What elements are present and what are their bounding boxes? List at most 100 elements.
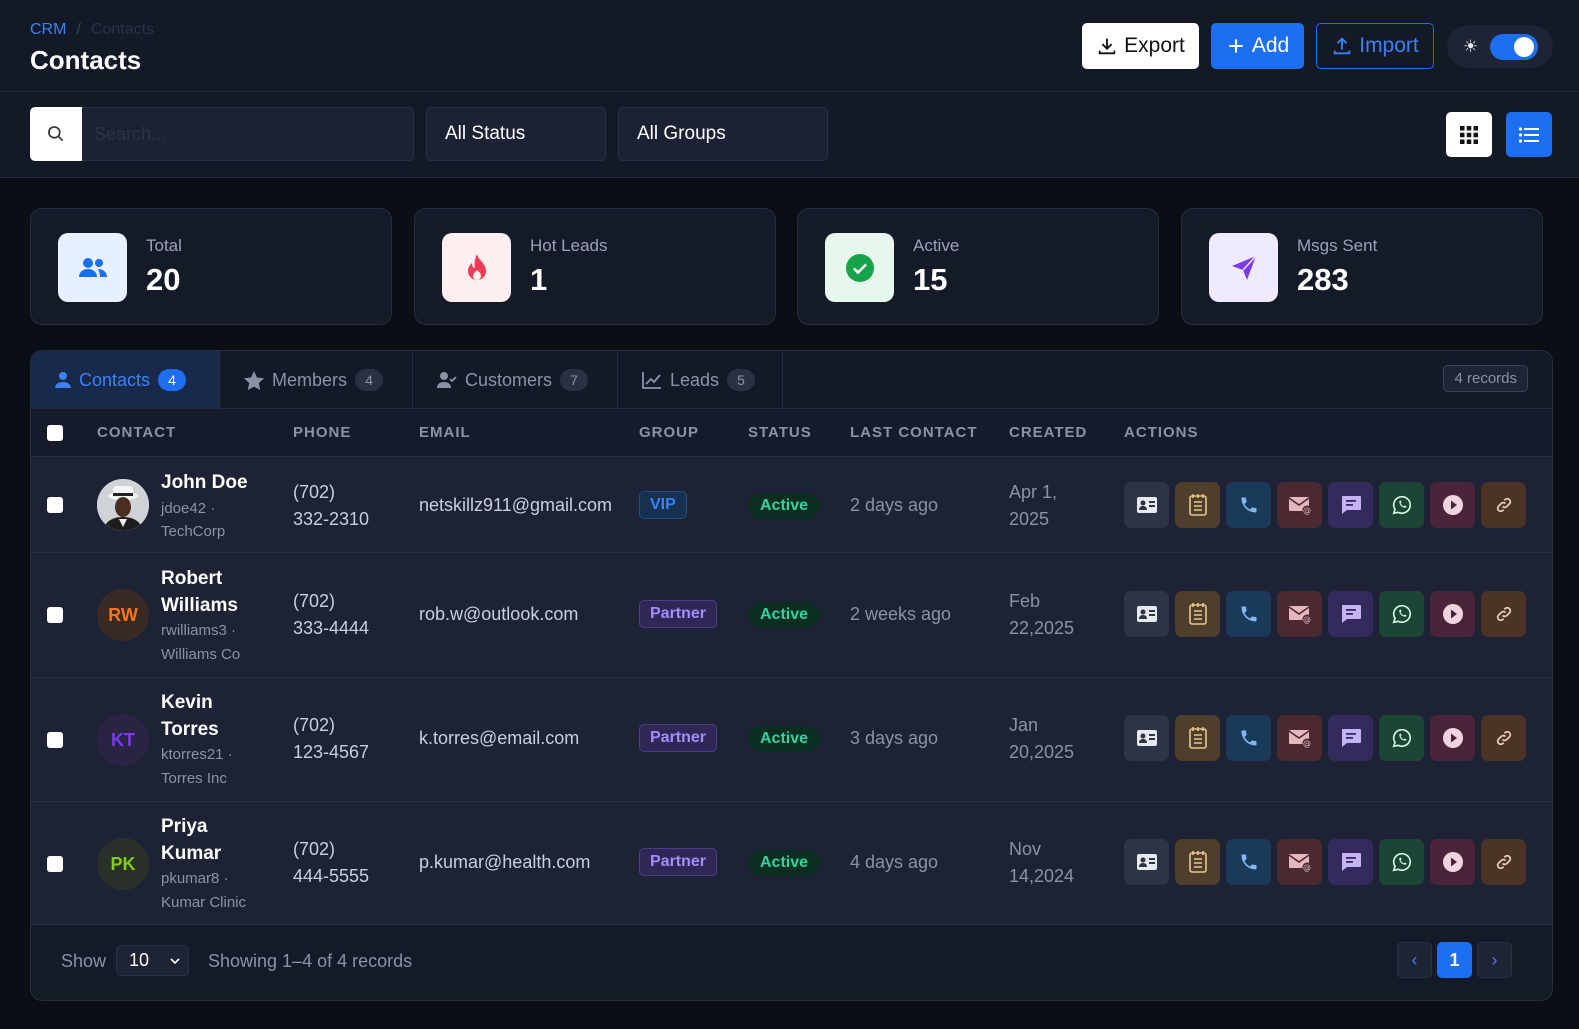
select-all-checkbox[interactable] (47, 425, 63, 441)
filter-bar: All Status All Groups (0, 92, 1579, 178)
last-contact: 3 days ago (850, 728, 939, 748)
stat-value: 15 (913, 262, 948, 297)
message-icon[interactable] (1328, 591, 1373, 637)
contact-username: pkumar8 · (161, 870, 229, 887)
user-check-icon (437, 372, 457, 388)
created-date: Jan (1009, 715, 1039, 735)
play-icon[interactable] (1430, 482, 1475, 528)
svg-text:@: @ (1303, 506, 1311, 515)
page-size-select[interactable]: 10 (116, 945, 189, 976)
row-checkbox[interactable] (47, 856, 63, 872)
column-header[interactable]: GROUP (639, 424, 699, 441)
link-icon[interactable] (1481, 482, 1526, 528)
tab-members[interactable]: Members 4 (220, 351, 413, 409)
contact-name-last[interactable]: Kumar (161, 840, 221, 867)
stat-card-hot-leads: Hot Leads 1 (414, 208, 776, 325)
link-icon[interactable] (1481, 591, 1526, 637)
page-1-button[interactable]: 1 (1437, 942, 1472, 978)
upload-icon (1333, 37, 1351, 55)
email-icon[interactable]: @ (1277, 482, 1322, 528)
search-icon[interactable] (30, 107, 82, 161)
email-icon[interactable]: @ (1277, 591, 1322, 637)
column-header[interactable]: CREATED (1009, 424, 1087, 441)
tab-customers[interactable]: Customers 7 (413, 351, 618, 409)
table-row[interactable]: John Doe jdoe42 · TechCorp (702) 332-231… (31, 457, 1552, 553)
notes-icon[interactable] (1175, 715, 1220, 761)
list-view-button[interactable] (1506, 112, 1552, 157)
contact-name-first[interactable]: Priya (161, 813, 207, 840)
users-icon (58, 233, 127, 302)
row-checkbox[interactable] (47, 607, 63, 623)
contact-card-icon[interactable] (1124, 591, 1169, 637)
column-header: ACTIONS (1124, 424, 1199, 441)
link-icon[interactable] (1481, 839, 1526, 885)
contact-name[interactable]: John Doe (161, 469, 248, 496)
column-header[interactable]: STATUS (748, 424, 812, 441)
prev-page-button[interactable]: ‹ (1397, 942, 1432, 978)
column-header[interactable]: PHONE (293, 424, 351, 441)
column-header[interactable]: CONTACT (97, 424, 176, 441)
message-icon[interactable] (1328, 839, 1373, 885)
tab-leads[interactable]: Leads 5 (618, 351, 783, 409)
play-icon[interactable] (1430, 839, 1475, 885)
phone-icon[interactable] (1226, 591, 1271, 637)
export-button[interactable]: Export (1082, 23, 1199, 69)
whatsapp-icon[interactable] (1379, 591, 1424, 637)
contact-name-last[interactable]: Williams (161, 592, 238, 619)
tab-label: Members (272, 369, 348, 390)
whatsapp-icon[interactable] (1379, 839, 1424, 885)
link-icon[interactable] (1481, 715, 1526, 761)
contact-card-icon[interactable] (1124, 715, 1169, 761)
row-checkbox[interactable] (47, 732, 63, 748)
tab-contacts[interactable]: Contacts 4 (31, 351, 220, 409)
theme-toggle[interactable] (1490, 33, 1539, 60)
notes-icon[interactable] (1175, 482, 1220, 528)
phone-number: 333-4444 (293, 618, 370, 638)
avatar (97, 479, 149, 531)
person-icon (55, 372, 71, 388)
message-icon[interactable] (1328, 715, 1373, 761)
table-row[interactable]: PK Priya Kumar pkumar8 · Kumar Clinic (7… (31, 802, 1552, 924)
groups-filter-select[interactable]: All Groups (618, 107, 828, 161)
play-icon[interactable] (1430, 591, 1475, 637)
last-contact: 4 days ago (850, 852, 939, 872)
contact-name-first[interactable]: Kevin (161, 689, 213, 716)
add-button[interactable]: Add (1211, 23, 1304, 69)
svg-text:@: @ (1303, 863, 1311, 872)
notes-icon[interactable] (1175, 591, 1220, 637)
status-filter-select[interactable]: All Status (426, 107, 606, 161)
contact-card-icon[interactable] (1124, 482, 1169, 528)
import-button[interactable]: Import (1316, 23, 1434, 69)
tab-label: Leads (670, 369, 720, 390)
contact-company: TechCorp (161, 523, 226, 540)
whatsapp-icon[interactable] (1379, 482, 1424, 528)
email-icon[interactable]: @ (1277, 839, 1322, 885)
message-icon[interactable] (1328, 482, 1373, 528)
whatsapp-icon[interactable] (1379, 715, 1424, 761)
table-row[interactable]: KT Kevin Torres ktorres21 · Torres Inc (… (31, 678, 1552, 802)
column-header[interactable]: LAST CONTACT (850, 424, 978, 441)
contact-name-first[interactable]: Robert (161, 565, 222, 592)
contact-card-icon[interactable] (1124, 839, 1169, 885)
stat-value: 1 (530, 262, 548, 297)
contact-name-last[interactable]: Torres (161, 716, 219, 743)
search-input[interactable] (82, 107, 414, 161)
breadcrumb-crm-link[interactable]: CRM (30, 21, 66, 38)
phone-icon[interactable] (1226, 715, 1271, 761)
email-icon[interactable]: @ (1277, 715, 1322, 761)
grid-view-button[interactable] (1446, 112, 1492, 157)
check-circle-icon (825, 233, 894, 302)
phone-area: (702) (293, 839, 336, 859)
column-header[interactable]: EMAIL (419, 424, 471, 441)
stat-label: Active (913, 236, 960, 255)
stat-value: 283 (1297, 262, 1349, 297)
next-page-button[interactable]: › (1477, 942, 1512, 978)
phone-icon[interactable] (1226, 482, 1271, 528)
row-checkbox[interactable] (47, 497, 63, 513)
phone-icon[interactable] (1226, 839, 1271, 885)
table-footer: Show 10 Showing 1–4 of 4 records ‹ 1 › (31, 924, 1552, 1000)
notes-icon[interactable] (1175, 839, 1220, 885)
last-contact: 2 weeks ago (850, 604, 952, 624)
play-icon[interactable] (1430, 715, 1475, 761)
table-row[interactable]: RW Robert Williams rwilliams3 · Williams… (31, 553, 1552, 678)
